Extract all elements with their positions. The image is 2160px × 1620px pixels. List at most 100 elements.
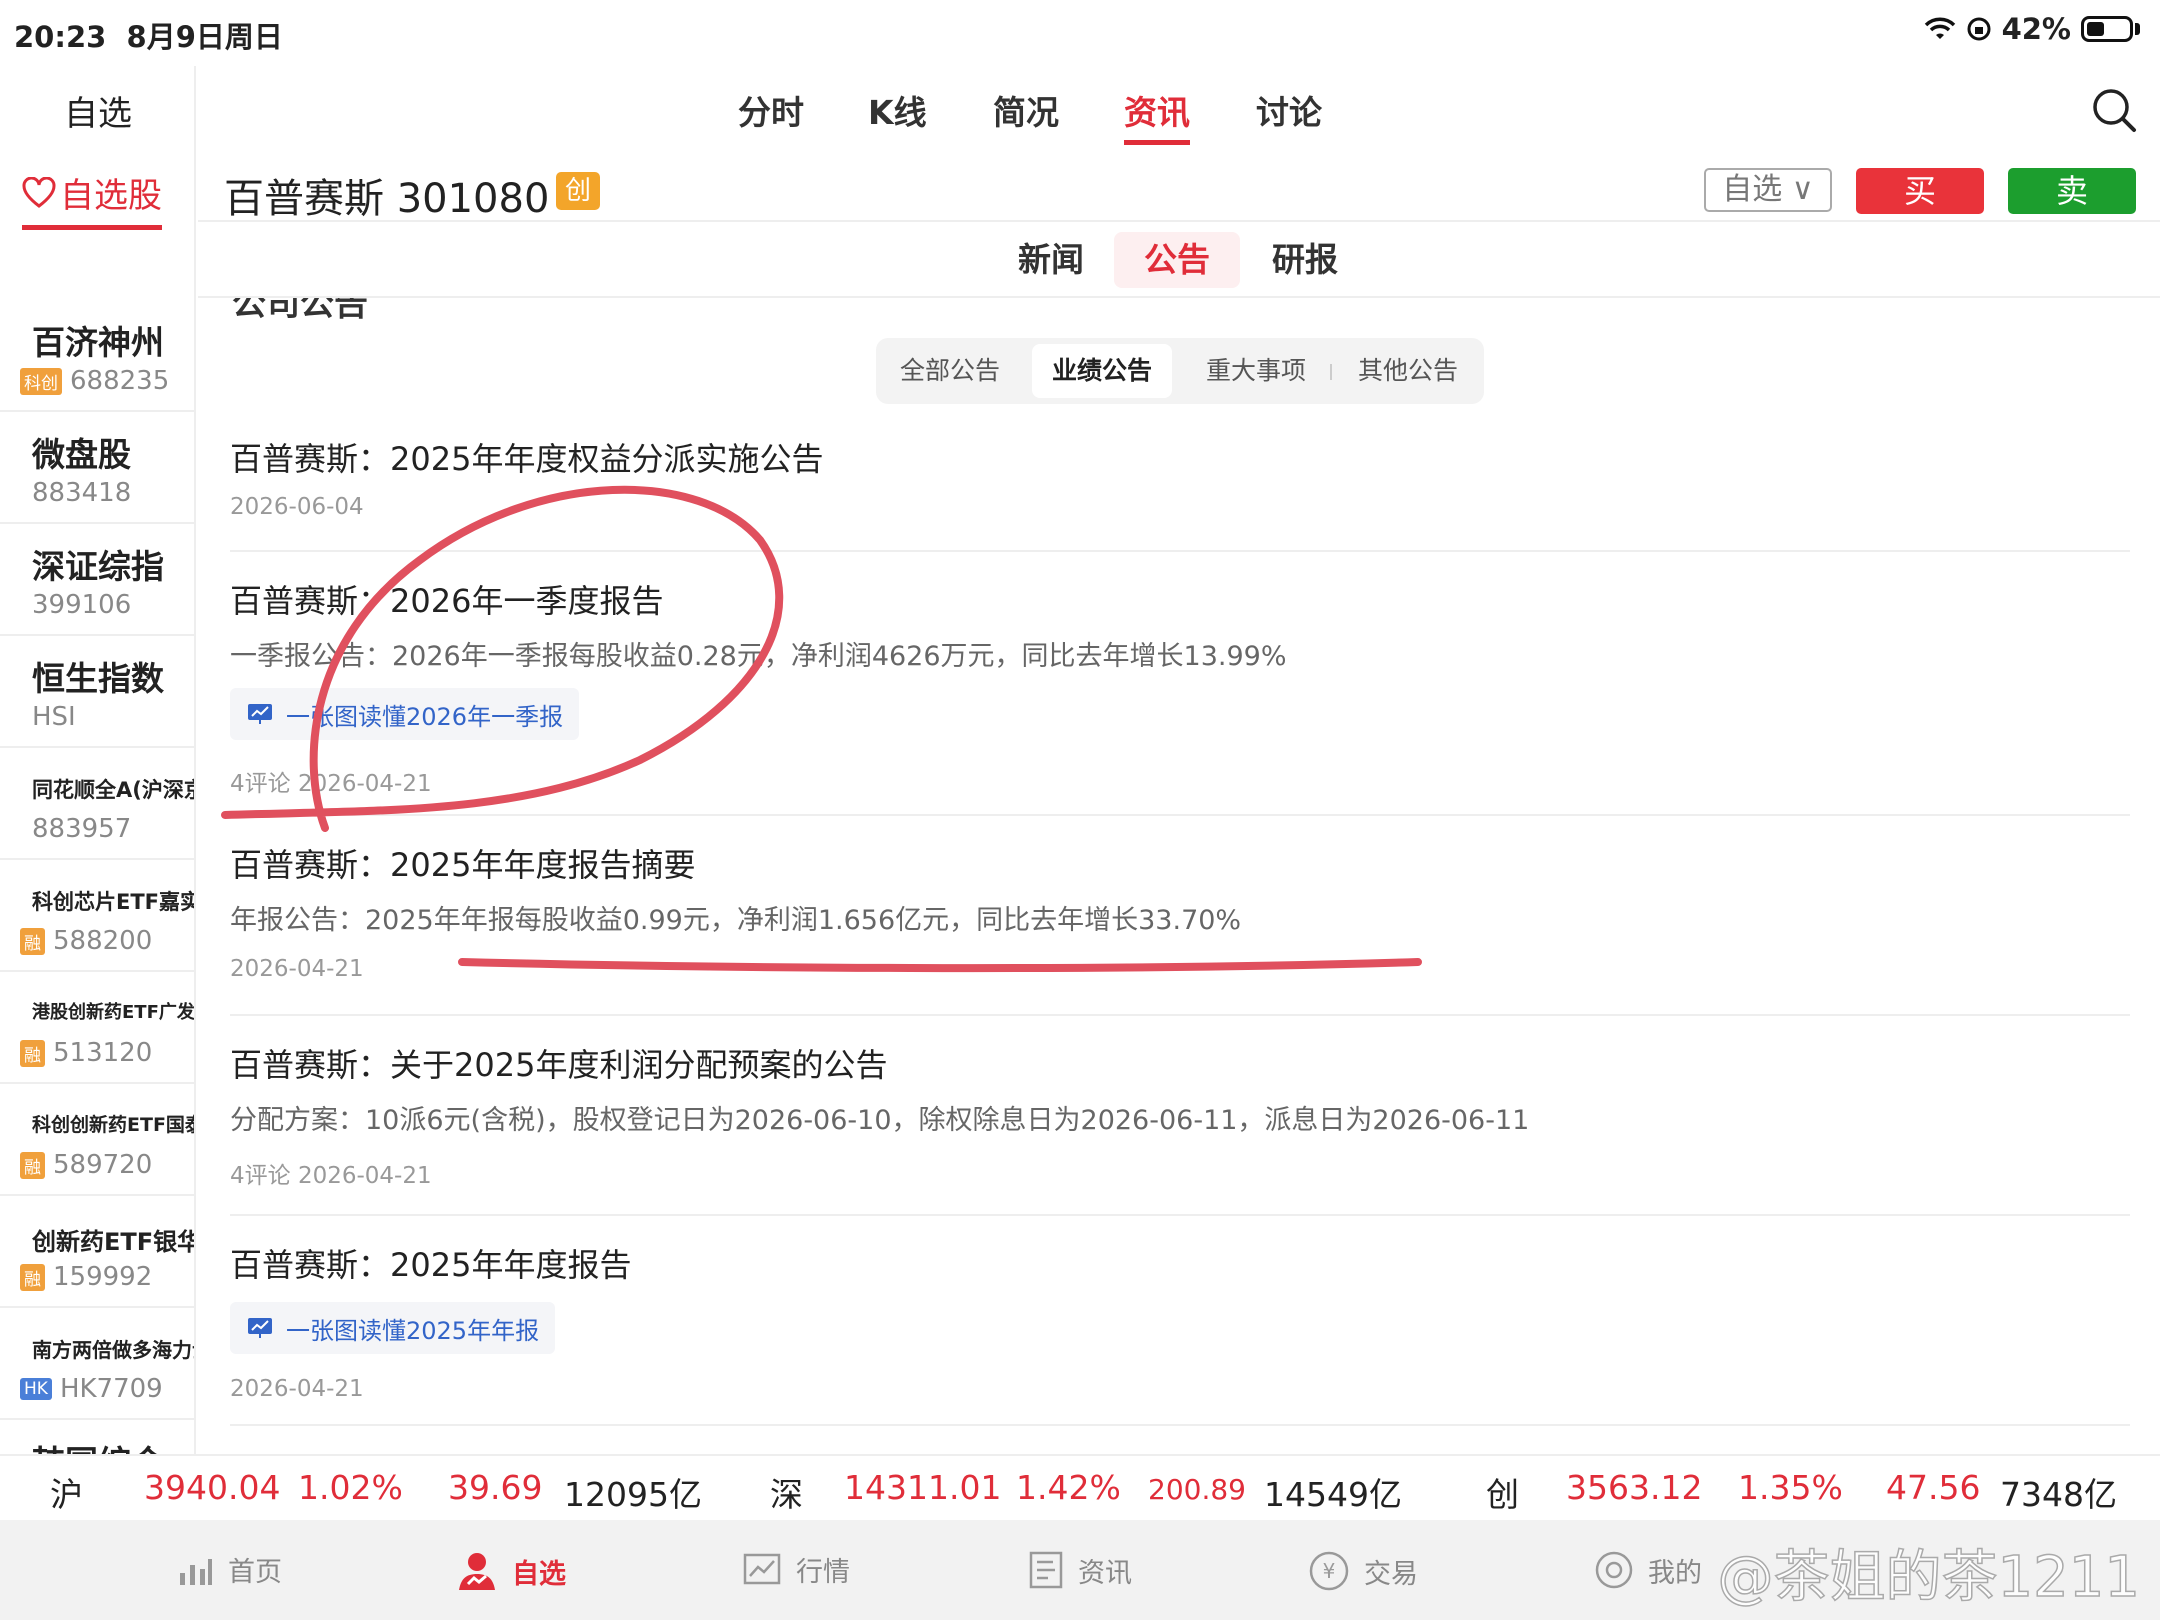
stock-title: 百普赛斯 301080 [224, 176, 550, 222]
watchlist-item-name: 深证综指 [32, 547, 164, 586]
watchlist-item[interactable]: 南方两倍做多海力士 HK HK7709 [0, 1308, 196, 1420]
svg-text:¥: ¥ [1323, 1559, 1336, 1583]
watchlist-item[interactable]: 港股创新药ETF广发 融 513120 [0, 972, 195, 1084]
announcement-title[interactable]: 百普赛斯：2026年一季度报告 [230, 576, 663, 622]
watchlist-item-name: 微盘股 [32, 435, 131, 474]
heart-icon [22, 176, 56, 208]
sidebar-title: 自选 [64, 94, 132, 134]
watchlist-item[interactable]: 创新药ETF银华 融 159992 [0, 1196, 194, 1308]
margin-badge: 融 [20, 1263, 45, 1291]
yuan-coin-icon: ¥ [1309, 1551, 1349, 1591]
watchlist-dropdown[interactable]: 自选 ∨ [1704, 168, 1832, 212]
watchlist-item-name: 同花顺全A(沪深京) [32, 778, 194, 802]
watchlist-item[interactable]: 同花顺全A(沪深京) 883957 [0, 748, 194, 860]
watchlist-sidebar: 自选 自选股 百济神州 科创 688235 微盘股 883418 深证综指 399… [0, 66, 196, 1454]
watchlist-item-code: 513120 [53, 1038, 153, 1068]
nav-market-label: 行情 [796, 1557, 850, 1588]
tab-favorite-stocks[interactable]: 自选股 [22, 168, 162, 230]
announcement-summary: 分配方案：10派6元(含税)，股权登记日为2026-06-10，除权除息日为20… [230, 1105, 1530, 1136]
index-sh-pct: 1.02% [298, 1468, 403, 1507]
chart-icon [248, 704, 272, 724]
watchlist-item-code: 588200 [53, 926, 153, 956]
user-chart-icon [459, 1553, 495, 1590]
nav-home-label: 首页 [228, 1557, 282, 1588]
watchlist-item-name: 南方两倍做多海力士 [32, 1338, 196, 1362]
announcement-item[interactable]: 百普赛斯：2025年年度权益分派实施公告 2026-06-04 [230, 418, 2130, 552]
market-index-bar[interactable]: 沪 3940.04 1.02% 39.69 12095亿 深 14311.01 … [0, 1454, 2160, 1520]
watchlist-item[interactable]: 科创芯片ETF嘉实 融 588200 [0, 860, 196, 972]
tab-kline[interactable]: K线 [868, 86, 927, 134]
announcement-item[interactable]: 百普赛斯：2025年年度报告 一张图读懂2025年年报 2026-04-21 [230, 1216, 2130, 1426]
announcement-item[interactable]: 百普赛斯：关于2025年度利润分配预案的公告 分配方案：10派6元(含税)，股权… [230, 1016, 2130, 1216]
nav-watchlist-label: 自选 [512, 1558, 566, 1590]
nav-market[interactable]: 行情 [742, 1550, 850, 1589]
profile-icon [1595, 1551, 1633, 1589]
tab-news[interactable]: 新闻 [988, 232, 1114, 288]
announcement-meta: 2026-04-21 [230, 1376, 364, 1402]
search-icon[interactable] [2090, 86, 2138, 134]
nav-profile[interactable]: 我的 [1594, 1550, 1702, 1590]
watchlist-item-code: HK7709 [59, 1374, 163, 1404]
filter-earnings[interactable]: 业绩公告 [1032, 344, 1173, 398]
announcement-title[interactable]: 百普赛斯：2025年年度报告 [230, 1240, 631, 1286]
tab-timeshare[interactable]: 分时 [738, 86, 804, 134]
watchlist-item-name: 港股创新药ETF广发 [32, 1002, 195, 1023]
filter-all[interactable]: 全部公告 [880, 344, 1020, 398]
announcement-item[interactable]: 百普赛斯：2026年一季度报告 一季报公告：2026年一季报每股收益0.28元，… [230, 552, 2130, 816]
star-board-badge: 科创 [20, 367, 62, 395]
tab-overview[interactable]: 简况 [993, 86, 1059, 134]
status-bar: 20:23 8月9日周日 42% [0, 0, 2160, 66]
watchlist-item-code: 159992 [53, 1262, 153, 1292]
nav-home[interactable]: 首页 [176, 1550, 282, 1589]
sell-button[interactable]: 卖 [2008, 168, 2136, 214]
nav-watchlist[interactable]: 自选 [456, 1550, 566, 1592]
index-sh-change: 39.69 [448, 1468, 543, 1507]
home-chart-icon [180, 1558, 212, 1585]
announcement-meta: 4评论 2026-04-21 [230, 1163, 432, 1189]
watchlist-item-name: 科创创新药ETF国泰 [32, 1114, 196, 1136]
buy-button[interactable]: 买 [1856, 168, 1984, 214]
tab-research[interactable]: 研报 [1242, 232, 1368, 288]
watchlist-item[interactable]: 韩国综合 [0, 1420, 194, 1454]
nav-trade[interactable]: ¥ 交易 [1308, 1550, 1418, 1592]
watchlist-item[interactable]: 科创创新药ETF国泰 融 589720 [0, 1084, 196, 1196]
index-sh-price: 3940.04 [144, 1468, 281, 1507]
tab-news-info[interactable]: 资讯 [1124, 86, 1190, 145]
index-cy-change: 47.56 [1886, 1468, 1981, 1507]
watchlist-item[interactable]: 微盘股 883418 [0, 412, 194, 524]
hk-badge: HK [20, 1378, 52, 1400]
infographic-link[interactable]: 一张图读懂2026年一季报 [230, 688, 580, 740]
index-cy-price: 3563.12 [1566, 1468, 1703, 1507]
announcement-title[interactable]: 百普赛斯：2025年年度权益分派实施公告 [230, 434, 823, 480]
announcement-title[interactable]: 百普赛斯：2025年年度报告摘要 [230, 840, 695, 886]
infographic-link[interactable]: 一张图读懂2025年年报 [230, 1302, 556, 1354]
announcement-item[interactable]: 百普赛斯：2025年年度报告摘要 年报公告：2025年年报每股收益0.99元，净… [230, 816, 2130, 1016]
filter-other[interactable]: 其他公告 [1338, 344, 1478, 398]
watchlist-item[interactable]: 百济神州 科创 688235 [0, 300, 194, 412]
margin-badge: 融 [20, 1039, 45, 1067]
status-right: 42% [1924, 12, 2140, 46]
tab-discussion[interactable]: 讨论 [1256, 86, 1322, 134]
tab-announcements[interactable]: 公告 [1114, 232, 1240, 288]
battery-icon [2081, 16, 2133, 42]
index-sz-volume: 14549亿 [1264, 1475, 1402, 1514]
watchlist-item-code: HSI [32, 702, 76, 732]
section-heading: 公司公告 [232, 298, 368, 324]
info-subtab-bar: 新闻 公告 研报 [198, 224, 2160, 298]
margin-badge: 融 [20, 927, 45, 955]
watchlist-item[interactable]: 恒生指数 HSI [0, 636, 194, 748]
orientation-lock-icon [1967, 17, 1991, 41]
bottom-tab-bar: 首页 自选 行情 资讯 ¥ 交易 我的 @茶姐的茶1211 [0, 1520, 2160, 1620]
announcement-title[interactable]: 百普赛斯：关于2025年度利润分配预案的公告 [230, 1040, 887, 1086]
watchlist-item-name: 恒生指数 [32, 659, 164, 698]
announcement-filter-bar: 全部公告 业绩公告 重大事项 其他公告 [876, 338, 1484, 404]
index-sz-pct: 1.42% [1016, 1468, 1121, 1507]
watchlist-item[interactable]: 深证综指 399106 [0, 524, 194, 636]
market-chart-icon [743, 1553, 781, 1584]
filter-major-events[interactable]: 重大事项 [1186, 344, 1326, 398]
watchlist-item-code: 883957 [32, 814, 132, 844]
nav-news[interactable]: 资讯 [1028, 1550, 1132, 1590]
watchlist-item-code: 688235 [70, 366, 170, 396]
index-sh-label: 沪 [50, 1475, 83, 1514]
watchlist-item-name: 科创芯片ETF嘉实 [32, 890, 196, 914]
